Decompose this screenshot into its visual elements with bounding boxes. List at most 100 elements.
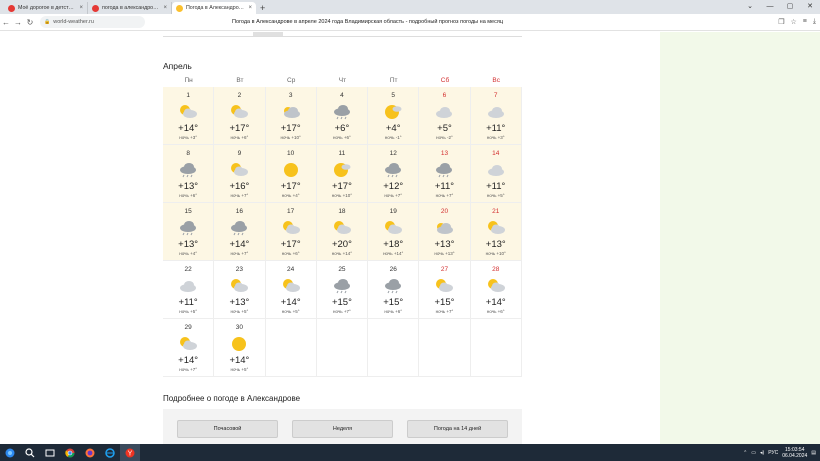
- calendar-day[interactable]: 15 +13° ночь +4°: [163, 203, 215, 261]
- windows-start-icon[interactable]: [0, 444, 20, 461]
- calendar-day[interactable]: 22 +11° ночь +5°: [163, 261, 215, 319]
- calendar-day[interactable]: 4 +6° ночь +6°: [316, 87, 369, 145]
- address-text: world-weather.ru: [53, 19, 94, 25]
- day-number: 11: [338, 150, 346, 157]
- calendar-day[interactable]: 11 +17° ночь +10°: [316, 145, 369, 203]
- star-icon[interactable]: ☆: [791, 18, 797, 26]
- notifications-icon[interactable]: ▤: [811, 450, 816, 456]
- night-temperature: ночь +6°: [281, 251, 300, 256]
- calendar-day[interactable]: 8 +13° ночь +6°: [163, 145, 215, 203]
- tab[interactable]: Моё дорогое в детстве - С ×: [4, 2, 88, 14]
- calendar-day[interactable]: 3 +17° ночь +10°: [265, 87, 317, 145]
- download-icon[interactable]: ⤓: [813, 18, 816, 26]
- close-tab-icon[interactable]: ×: [163, 5, 167, 11]
- volume-icon[interactable]: ◂): [760, 450, 764, 456]
- month-tab[interactable]: [163, 32, 193, 37]
- month-tab[interactable]: [222, 32, 253, 37]
- language-indicator[interactable]: РУС: [768, 450, 778, 456]
- month-tab[interactable]: [192, 32, 223, 37]
- forward-icon[interactable]: →: [12, 18, 24, 27]
- calendar-day[interactable]: 27 +15° ночь +7°: [419, 261, 471, 319]
- minimize-button[interactable]: —: [760, 0, 780, 14]
- night-temperature: ночь +7°: [435, 309, 454, 314]
- menu-icon[interactable]: ≡: [803, 18, 807, 26]
- night-temperature: ночь +3°: [486, 135, 505, 140]
- reload-icon[interactable]: ↻: [24, 18, 36, 27]
- calendar-day[interactable]: 16 +14° ночь +7°: [214, 203, 266, 261]
- month-tab-selected[interactable]: [252, 32, 283, 37]
- back-icon[interactable]: ←: [0, 18, 12, 27]
- month-tab[interactable]: [342, 32, 373, 37]
- firefox-icon[interactable]: [80, 444, 100, 461]
- calendar-day[interactable]: 28 +14° ночь +6°: [470, 261, 522, 319]
- calendar-day[interactable]: 24 +14° ночь +5°: [265, 261, 317, 319]
- calendar-day[interactable]: 12 +12° ночь +7°: [368, 145, 420, 203]
- close-tab-icon[interactable]: ×: [248, 5, 252, 11]
- tab-search-button[interactable]: ⌄: [740, 0, 760, 14]
- ie-icon[interactable]: [100, 444, 120, 461]
- network-icon[interactable]: ▭: [751, 450, 756, 456]
- calendar-day[interactable]: 21 +13° ночь +10°: [470, 203, 522, 261]
- calendar-day[interactable]: 26 +15° ночь +6°: [368, 261, 420, 319]
- calendar-day[interactable]: 29 +14° ночь +7°: [163, 319, 215, 377]
- calendar-day[interactable]: 9 +16° ночь +7°: [214, 145, 266, 203]
- calendar-day[interactable]: 14 +11° ночь +5°: [470, 145, 522, 203]
- month-tab[interactable]: [372, 32, 403, 37]
- calendar-day[interactable]: 18 +20° ночь +14°: [316, 203, 369, 261]
- day-temperature: +13°: [178, 239, 199, 250]
- clock[interactable]: 15:03:54 06.04.2024: [782, 447, 807, 459]
- month-tab[interactable]: [432, 32, 463, 37]
- calendar-day[interactable]: 30 +14° ночь +5°: [214, 319, 266, 377]
- week-button[interactable]: Неделя: [292, 420, 393, 438]
- hourly-button[interactable]: Почасовой: [177, 420, 278, 438]
- calendar-day[interactable]: 5 +4° ночь -1°: [368, 87, 420, 145]
- calendar-day[interactable]: 23 +13° ночь +5°: [214, 261, 266, 319]
- tray-chevron-icon[interactable]: ⌃: [743, 450, 747, 456]
- bookmark-icon[interactable]: ❒: [778, 18, 784, 26]
- night-temperature: ночь +6°: [230, 135, 249, 140]
- calendar-day[interactable]: 13 +11° ночь +7°: [419, 145, 471, 203]
- day-number: 24: [287, 266, 295, 273]
- day-temperature: +11°: [434, 181, 455, 192]
- day-number: 6: [442, 92, 447, 99]
- search-icon[interactable]: [20, 444, 40, 461]
- tab[interactable]: погода в александрове в а ×: [88, 2, 172, 14]
- month-tab[interactable]: [402, 32, 433, 37]
- calendar-day[interactable]: 19 +18° ночь +14°: [368, 203, 420, 261]
- calendar-day[interactable]: 10 +17° ночь +4°: [265, 145, 317, 203]
- task-view-icon[interactable]: [40, 444, 60, 461]
- calendar-day[interactable]: 1 +14° ночь +3°: [163, 87, 215, 145]
- yandex-browser-icon[interactable]: Y: [120, 444, 140, 461]
- day-temperature: +13°: [485, 239, 506, 250]
- address-bar[interactable]: 🔒 world-weather.ru: [40, 16, 145, 28]
- tab-active[interactable]: Погода в Александрове в ×: [172, 2, 256, 14]
- month-tab[interactable]: [462, 32, 493, 37]
- calendar-day[interactable]: 20 +13° ночь +13°: [419, 203, 471, 261]
- partly-cloudy-icon: [434, 277, 454, 295]
- month-tab[interactable]: [282, 32, 313, 37]
- close-window-button[interactable]: ✕: [800, 0, 820, 14]
- night-temperature: ночь +5°: [230, 309, 249, 314]
- calendar-day[interactable]: 25 +15° ночь +7°: [316, 261, 369, 319]
- maximize-button[interactable]: ▢: [780, 0, 800, 14]
- cloudy-rain-icon: [178, 161, 198, 179]
- cloudy-rain-icon: [229, 219, 249, 237]
- chrome-icon[interactable]: [60, 444, 80, 461]
- 14-days-button[interactable]: Погода на 14 дней: [407, 420, 508, 438]
- calendar-day[interactable]: 2 +17° ночь +6°: [214, 87, 266, 145]
- cloudy-rain-icon: [332, 103, 352, 121]
- calendar-empty-cell: [470, 319, 522, 377]
- day-temperature: +13°: [229, 297, 250, 308]
- month-tab[interactable]: [312, 32, 343, 37]
- favicon-icon: [176, 4, 183, 12]
- night-temperature: ночь +14°: [331, 251, 353, 256]
- day-temperature: +17°: [280, 181, 301, 192]
- new-tab-button[interactable]: +: [256, 2, 269, 14]
- close-tab-icon[interactable]: ×: [79, 5, 83, 11]
- calendar-day[interactable]: 7 +11° ночь +3°: [470, 87, 522, 145]
- partly-cloudy-icon: [486, 219, 506, 237]
- calendar-day[interactable]: 6 +5° ночь -2°: [419, 87, 471, 145]
- calendar-day[interactable]: 17 +17° ночь +6°: [265, 203, 317, 261]
- month-tab[interactable]: [492, 32, 523, 37]
- day-number: 2: [237, 92, 242, 99]
